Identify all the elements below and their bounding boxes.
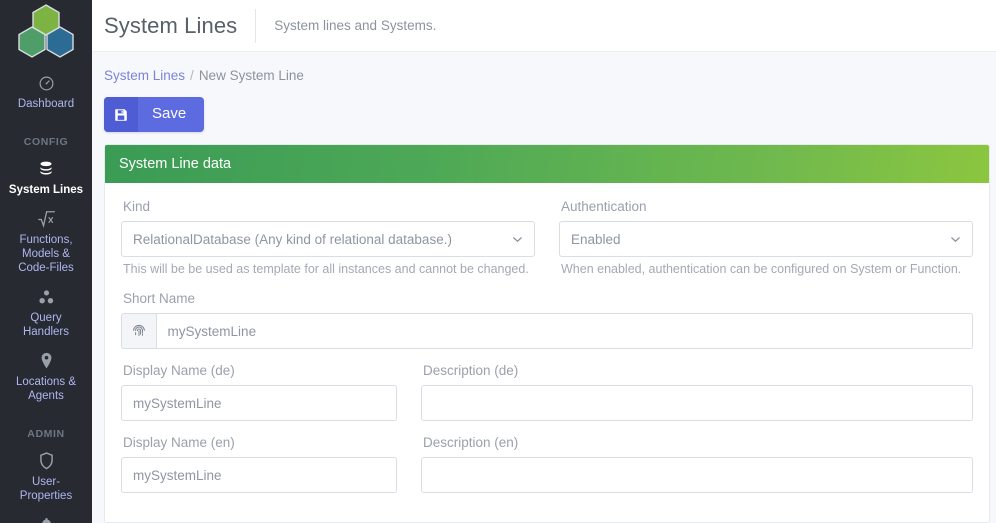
sidebar-item-functions-models-code-files[interactable]: Functions, Models & Code-Files [0,204,92,282]
hexagon-logo[interactable] [0,0,92,58]
breadcrumb-current: New System Line [198,68,304,83]
kind-label: Kind [123,199,151,214]
toolbar: Save [92,83,996,144]
form-row-short-name: Short Name mySystemLine [121,291,973,349]
system-line-data-card: System Line data Kind RelationalDatabase… [104,144,990,523]
sqrt-x-icon [37,209,56,229]
card-body: Kind RelationalDatabase (Any kind of rel… [105,183,989,493]
sitemap-icon [38,287,55,307]
authentication-help-text: When enabled, authentication can be conf… [561,262,962,276]
save-button[interactable]: Save [104,97,205,132]
page-title: System Lines [104,12,238,38]
short-name-label: Short Name [123,291,196,306]
sidebar-item-alerts-center[interactable]: Alerts center [0,510,92,523]
breadcrumb: System Lines / New System Line [92,52,996,83]
sidebar-item-label: Locations & Agents [15,376,77,402]
display-name-de-input[interactable]: mySystemLine [121,385,397,421]
sidebar-item-locations-agents[interactable]: Locations & Agents [0,346,92,410]
kind-help-text: This will be be used as template for all… [123,262,529,276]
sidebar: Dashboard CONFIG System Lines Functions,… [0,0,92,523]
form-row-en: Display Name (en) mySystemLine Descripti… [121,435,973,493]
authentication-label: Authentication [561,199,647,214]
sidebar-section-admin: ADMIN [27,428,65,440]
description-en-input[interactable] [421,457,973,493]
topbar-divider [255,8,257,43]
description-de-label: Description (de) [423,363,519,378]
field-description-de: Description (de) [421,363,973,421]
map-pin-icon [39,351,54,371]
field-display-name-de: Display Name (de) mySystemLine [121,363,397,421]
authentication-select-wrap: Enabled [559,221,973,257]
sidebar-item-query-handlers[interactable]: Query Handlers [0,282,92,346]
display-name-en-input[interactable]: mySystemLine [121,457,397,493]
app-root: Dashboard CONFIG System Lines Functions,… [0,0,996,523]
short-name-input-group: mySystemLine [121,313,973,349]
field-kind: Kind RelationalDatabase (Any kind of rel… [121,199,535,277]
field-description-en: Description (en) [421,435,973,493]
description-de-input[interactable] [421,385,973,421]
display-name-en-label: Display Name (en) [123,435,235,450]
description-en-label: Description (en) [423,435,519,450]
sidebar-item-label: Functions, Models & Code-Files [18,234,74,274]
authentication-select[interactable]: Enabled [559,221,973,257]
sidebar-item-label: Dashboard [17,98,75,110]
sidebar-item-user-properties[interactable]: User-Properties [0,446,92,510]
breadcrumb-separator: / [190,68,194,83]
field-display-name-en: Display Name (en) mySystemLine [121,435,397,493]
shield-icon [39,451,54,471]
layers-icon [37,159,55,179]
save-button-label: Save [152,105,187,122]
main-content: System Lines System lines and Systems. S… [92,0,996,523]
sidebar-item-label: Query Handlers [22,312,70,338]
short-name-input[interactable]: mySystemLine [155,313,973,349]
card-header: System Line data [105,145,989,183]
display-name-de-label: Display Name (de) [123,363,235,378]
fingerprint-icon [121,313,156,349]
bell-icon [39,515,54,523]
sidebar-item-label: User-Properties [19,476,73,502]
form-row-de: Display Name (de) mySystemLine Descripti… [121,363,973,421]
card-title: System Line data [119,156,232,172]
sidebar-section-config: CONFIG [23,136,69,148]
page-subtitle: System lines and Systems. [274,18,437,33]
kind-select[interactable]: RelationalDatabase (Any kind of relation… [121,221,535,257]
sidebar-item-dashboard[interactable]: Dashboard [0,68,92,118]
breadcrumb-link-system-lines[interactable]: System Lines [104,68,185,83]
field-authentication: Authentication Enabled When enabled, aut… [559,199,973,277]
topbar: System Lines System lines and Systems. [92,0,996,52]
gauge-icon [38,73,55,93]
floppy-disk-icon [104,97,138,132]
kind-select-wrap: RelationalDatabase (Any kind of relation… [121,221,535,257]
sidebar-item-label: System Lines [8,184,84,196]
form-row-kind-auth: Kind RelationalDatabase (Any kind of rel… [121,199,973,277]
sidebar-item-system-lines[interactable]: System Lines [0,154,92,204]
